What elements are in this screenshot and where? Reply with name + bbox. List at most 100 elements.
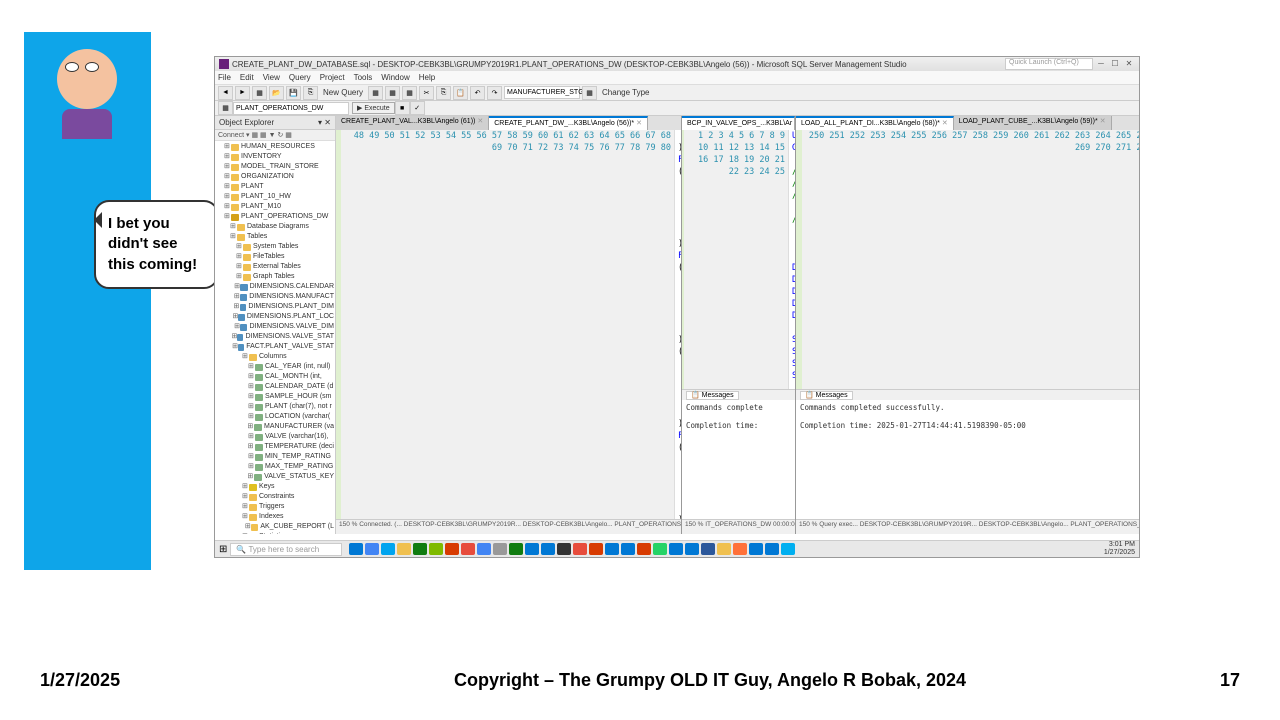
tree-node[interactable]: ⊞MODEL_TRAIN_STORE	[216, 162, 334, 172]
task-icon[interactable]	[509, 543, 523, 555]
tree-node[interactable]: ⊞DIMENSIONS.VALVE_DIM	[216, 322, 334, 332]
task-icon[interactable]	[381, 543, 395, 555]
task-icon[interactable]	[637, 543, 651, 555]
results-button[interactable]: ▦	[218, 101, 233, 115]
tree-node[interactable]: ⊞HUMAN_RESOURCES	[216, 142, 334, 152]
tree-node[interactable]: ⊞DIMENSIONS.VALVE_STAT	[216, 332, 334, 342]
task-icon[interactable]	[349, 543, 363, 555]
task-icon[interactable]	[621, 543, 635, 555]
task-icon[interactable]	[477, 543, 491, 555]
diagram-button[interactable]: ▦	[582, 86, 597, 100]
task-icon[interactable]	[701, 543, 715, 555]
table-combo[interactable]: MANUFACTURER_STG	[504, 86, 580, 99]
task-icon[interactable]	[445, 543, 459, 555]
task-icon[interactable]	[557, 543, 571, 555]
tree-node[interactable]: ⊞FileTables	[216, 252, 334, 262]
tree-node[interactable]: ⊞MAX_TEMP_RATING	[216, 462, 334, 472]
tree-node[interactable]: ⊞PLANT_10_HW	[216, 192, 334, 202]
objexp-close-icon[interactable]: ▾ ✕	[318, 118, 331, 127]
task-icon[interactable]	[653, 543, 667, 555]
tree-node[interactable]: ⊞Database Diagrams	[216, 222, 334, 232]
task-icon[interactable]	[541, 543, 555, 555]
task-icon[interactable]	[461, 543, 475, 555]
undo-button[interactable]: ↶	[470, 86, 485, 100]
tree-node[interactable]: ⊞DIMENSIONS.PLANT_LOC	[216, 312, 334, 322]
editor-tab[interactable]: CREATE_PLANT_VAL...K3BL\Angelo (61))✕	[336, 116, 489, 130]
objexp-connect[interactable]: Connect ▾ ▦ ▦ ▼ ↻ ▦	[215, 130, 335, 141]
task-icon[interactable]	[685, 543, 699, 555]
taskbar-search[interactable]: 🔍 Type here to search	[230, 543, 342, 556]
task-icon[interactable]	[781, 543, 795, 555]
menu-edit[interactable]: Edit	[240, 73, 254, 82]
messages-tab[interactable]: 📋 Messages	[686, 391, 739, 400]
menu-query[interactable]: Query	[289, 73, 311, 82]
new-button[interactable]: ▦	[252, 86, 267, 100]
task-icon[interactable]	[765, 543, 779, 555]
open-button[interactable]: 📂	[269, 86, 284, 100]
menu-view[interactable]: View	[263, 73, 280, 82]
database-selector[interactable]: PLANT_OPERATIONS_DW	[233, 102, 349, 115]
tree-node[interactable]: ⊞SAMPLE_HOUR (sm	[216, 392, 334, 402]
tree-node[interactable]: ⊞Tables	[216, 232, 334, 242]
task-icon[interactable]	[749, 543, 763, 555]
editor-tab[interactable]: LOAD_ALL_PLANT_DI...K3BL\Angelo (58))*✕	[796, 116, 954, 130]
tree-node[interactable]: ⊞PLANT_M10	[216, 202, 334, 212]
taskbar-clock[interactable]: 3:01 PM1/27/2025	[1104, 541, 1135, 557]
paste-button[interactable]: 📋	[453, 86, 468, 100]
editor2-code[interactable]: 1 2 3 4 5 6 7 8 9 10 11 12 13 14 15 16 1…	[682, 130, 795, 389]
tree-node[interactable]: ⊞External Tables	[216, 262, 334, 272]
execute-button[interactable]: ▶ Execute	[352, 102, 395, 114]
menu-file[interactable]: File	[218, 73, 231, 82]
tree-node[interactable]: ⊞TEMPERATURE (deci	[216, 442, 334, 452]
tree-node[interactable]: ⊞Keys	[216, 482, 334, 492]
start-button[interactable]: ⊞	[219, 544, 227, 555]
tree-node[interactable]: ⊞Indexes	[216, 512, 334, 522]
tree-node[interactable]: ⊞VALVE (varchar(16),	[216, 432, 334, 442]
task-icon[interactable]	[413, 543, 427, 555]
menu-window[interactable]: Window	[381, 73, 409, 82]
editor-tab[interactable]: CREATE_PLANT_DW_...K3BL\Angelo (56))*✕	[489, 116, 648, 130]
task-icon[interactable]	[573, 543, 587, 555]
messages-tab[interactable]: 📋 Messages	[800, 391, 853, 400]
cut-button[interactable]: ✂	[419, 86, 434, 100]
tree-node[interactable]: ⊞MANUFACTURER (va	[216, 422, 334, 432]
tree-node[interactable]: ⊞INVENTORY	[216, 152, 334, 162]
task-icon[interactable]	[365, 543, 379, 555]
db-icon-button[interactable]: ▦	[368, 86, 383, 100]
tree-node[interactable]: ⊞CALENDAR_DATE (d	[216, 382, 334, 392]
editor3-code[interactable]: 250 251 252 253 254 255 256 257 258 259 …	[796, 130, 1140, 389]
save-button[interactable]: 💾	[286, 86, 301, 100]
tree-node[interactable]: ⊞ORGANIZATION	[216, 172, 334, 182]
task-icon[interactable]	[429, 543, 443, 555]
tree-node[interactable]: ⊞CAL_MONTH (int,	[216, 372, 334, 382]
task-icon[interactable]	[493, 543, 507, 555]
tree-node[interactable]: ⊞LOCATION (varchar(	[216, 412, 334, 422]
tree-node[interactable]: ⊞Constraints	[216, 492, 334, 502]
copy-button[interactable]: ⎘	[436, 86, 451, 100]
menu-help[interactable]: Help	[419, 73, 435, 82]
close-button[interactable]: ✕	[1123, 59, 1135, 69]
task-icon[interactable]	[589, 543, 603, 555]
db-icon3-button[interactable]: ▦	[402, 86, 417, 100]
tree-node[interactable]: ⊞MIN_TEMP_RATING	[216, 452, 334, 462]
tree-node[interactable]: ⊞DIMENSIONS.MANUFACT	[216, 292, 334, 302]
editor1-code[interactable]: 48 49 50 51 52 53 54 55 56 57 58 59 60 6…	[336, 130, 681, 519]
redo-button[interactable]: ↷	[487, 86, 502, 100]
tree-node[interactable]: ⊞FACT.PLANT_VALVE_STAT	[216, 342, 334, 352]
change-type-menu[interactable]: Change Type	[599, 88, 652, 97]
db-icon2-button[interactable]: ▦	[385, 86, 400, 100]
debug-button[interactable]: ■	[395, 101, 410, 115]
maximize-button[interactable]: ☐	[1109, 59, 1121, 69]
new-query-button[interactable]: New Query	[320, 88, 366, 97]
tree-node[interactable]: ⊞PLANT (char(7), not r	[216, 402, 334, 412]
tree-node[interactable]: ⊞AK_CUBE_REPORT (L	[216, 522, 334, 532]
tree-node[interactable]: ⊞PLANT	[216, 182, 334, 192]
tree-node[interactable]: ⊞Statistics	[216, 532, 334, 534]
tree-node[interactable]: ⊞System Tables	[216, 242, 334, 252]
nav-back-button[interactable]: ◄	[218, 86, 233, 100]
tree-node[interactable]: ⊞CAL_YEAR (int, null)	[216, 362, 334, 372]
task-icon[interactable]	[717, 543, 731, 555]
parse-button[interactable]: ✓	[410, 101, 425, 115]
tree-node[interactable]: ⊞DIMENSIONS.CALENDAR	[216, 282, 334, 292]
saveall-button[interactable]: ⎘	[303, 86, 318, 100]
